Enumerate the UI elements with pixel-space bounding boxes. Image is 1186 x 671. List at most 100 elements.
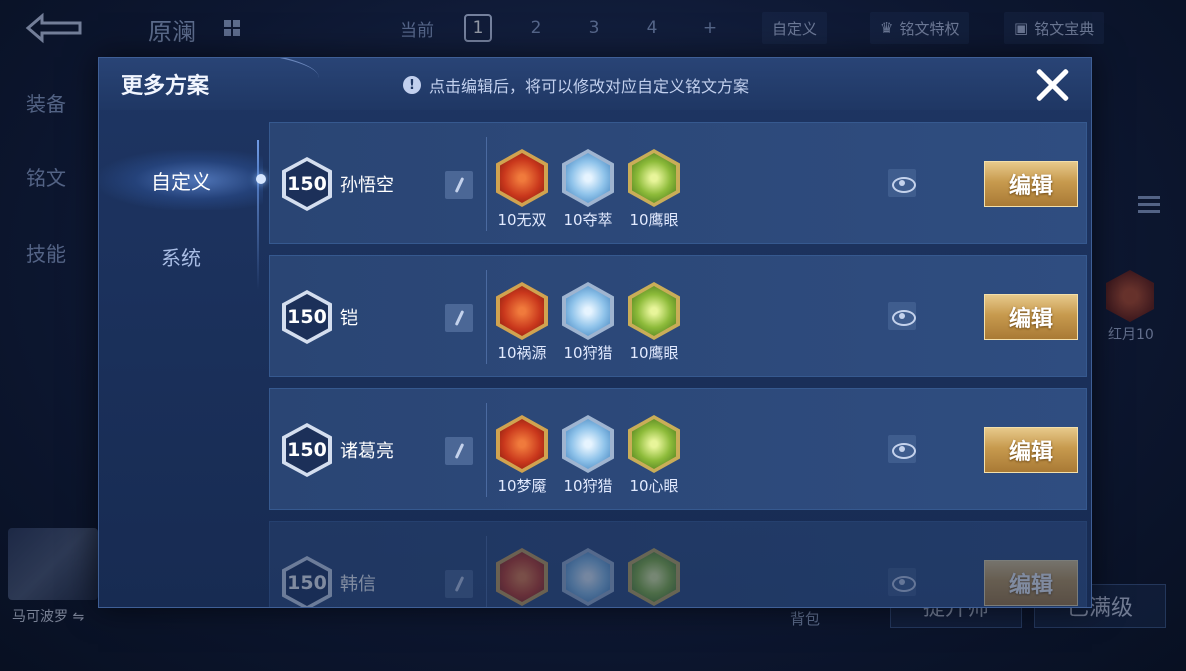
rune-red-icon: [496, 415, 548, 473]
plan-slot-4[interactable]: 4: [638, 14, 666, 42]
rune-red-icon: [496, 149, 548, 207]
modal-body: 自定义 系统 150 孙悟空 10无双 10夺萃 10鹰眼 编辑 150 铠 1…: [99, 110, 1091, 607]
rune-slot[interactable]: 10夺萃: [562, 149, 614, 230]
rune-slot[interactable]: 10狩猎: [562, 282, 614, 363]
menu-icon[interactable]: [1138, 196, 1160, 217]
edit-button[interactable]: 编辑: [984, 161, 1078, 207]
rune-label: 10狩猎: [563, 344, 613, 362]
rune-group: 10祸源 10狩猎 10鹰眼: [496, 282, 680, 363]
rune-slot[interactable]: 10狩猎: [562, 415, 614, 496]
plan-slot-3[interactable]: 3: [580, 14, 608, 42]
modal-sidebar: 自定义 系统: [99, 110, 266, 607]
hero-title: 原澜: [148, 18, 196, 46]
plan-slot-tabs: 当前 1 2 3 4 +: [400, 14, 724, 42]
rune-label: 10鹰眼: [629, 211, 679, 229]
preview-eye-icon[interactable]: [888, 435, 916, 463]
rune-label: 10梦魇: [497, 477, 547, 495]
rune-blue-icon: [562, 282, 614, 340]
plan-slot-2[interactable]: 2: [522, 14, 550, 42]
nav-equipment[interactable]: 装备: [26, 88, 66, 117]
grid-icon[interactable]: [224, 20, 240, 36]
plan-name: 铠: [340, 308, 358, 329]
close-icon[interactable]: [1033, 66, 1071, 104]
current-label: 当前: [400, 20, 434, 41]
level-number: 150: [287, 572, 327, 594]
hint-text: ! 点击编辑后，将可以修改对应自定义铭文方案: [403, 73, 749, 97]
rune-slot[interactable]: [628, 548, 680, 607]
edit-button[interactable]: 编辑: [984, 294, 1078, 340]
hint-label: 点击编辑后，将可以修改对应自定义铭文方案: [429, 77, 750, 96]
plan-list: 150 孙悟空 10无双 10夺萃 10鹰眼 编辑 150 铠 10祸源 10狩…: [263, 110, 1091, 607]
rune-blue-icon: [562, 149, 614, 207]
tab-system[interactable]: 系统: [99, 226, 263, 286]
tab-custom[interactable]: 自定义: [99, 150, 266, 210]
plan-row: 150 铠 10祸源 10狩猎 10鹰眼 编辑: [269, 255, 1087, 377]
plan-row: 150 孙悟空 10无双 10夺萃 10鹰眼 编辑: [269, 122, 1087, 244]
plan-name: 诸葛亮: [340, 441, 394, 462]
preview-eye-icon[interactable]: [888, 568, 916, 596]
back-arrow-icon[interactable]: [24, 12, 84, 44]
rune-slot[interactable]: 10鹰眼: [628, 149, 680, 230]
rune-slot[interactable]: 10梦魇: [496, 415, 548, 496]
rune-icon: [1106, 270, 1154, 322]
rune-group: 10梦魇 10狩猎 10心眼: [496, 415, 680, 496]
add-slot-button[interactable]: +: [696, 14, 724, 42]
edit-button[interactable]: 编辑: [984, 427, 1078, 473]
bag-label: 背包: [790, 610, 821, 628]
row-divider: [486, 403, 487, 497]
rune-group: 10无双 10夺萃 10鹰眼: [496, 149, 680, 230]
rune-label: 10夺萃: [563, 211, 613, 229]
rune-slot[interactable]: 10无双: [496, 149, 548, 230]
rune-green-icon: [628, 149, 680, 207]
plan-slot-1[interactable]: 1: [464, 14, 492, 42]
plan-name: 孙悟空: [340, 175, 394, 196]
rune-green-icon: [628, 282, 680, 340]
nav-skills[interactable]: 技能: [26, 238, 66, 267]
rune-red-icon: [496, 548, 548, 606]
level-number: 150: [287, 173, 327, 195]
avatar-name: 马可波罗 ⇋: [12, 609, 85, 625]
rune-slot[interactable]: 10心眼: [628, 415, 680, 496]
rune-blue-icon: [562, 415, 614, 473]
rune-slot[interactable]: [562, 548, 614, 607]
preview-eye-icon[interactable]: [888, 169, 916, 197]
rune-blue-icon: [562, 548, 614, 606]
hero-avatar[interactable]: [8, 528, 98, 600]
rune-label: 10狩猎: [563, 477, 613, 495]
rune-slot[interactable]: 10祸源: [496, 282, 548, 363]
edit-button[interactable]: 编辑: [984, 560, 1078, 606]
row-divider: [486, 270, 487, 364]
modal-title: 更多方案: [121, 74, 210, 99]
book-icon: ▣: [1014, 19, 1029, 37]
plan-row: 150 诸葛亮 10梦魇 10狩猎 10心眼 编辑: [269, 388, 1087, 510]
rune-red-icon: [496, 282, 548, 340]
rename-pen-icon[interactable]: [445, 437, 473, 465]
rune-group: [496, 548, 680, 607]
info-icon: !: [403, 76, 421, 94]
rune-privilege-label: 铭文特权: [899, 19, 960, 38]
rune-green-icon: [628, 548, 680, 606]
more-plans-modal: 更多方案 ! 点击编辑后，将可以修改对应自定义铭文方案 自定义 系统 150 孙…: [98, 57, 1092, 608]
rune-treasure-button[interactable]: ▣ 铭文宝典: [1004, 12, 1105, 44]
nav-runes[interactable]: 铭文: [26, 162, 66, 191]
rune-green-icon: [628, 415, 680, 473]
rune-treasure-label: 铭文宝典: [1034, 19, 1095, 38]
rune-slot[interactable]: [496, 548, 548, 607]
level-number: 150: [287, 306, 327, 328]
rune-privilege-button[interactable]: ♛ 铭文特权: [870, 12, 970, 44]
rune-slot[interactable]: 10鹰眼: [628, 282, 680, 363]
row-divider: [486, 536, 487, 607]
rune-label: 10心眼: [629, 477, 679, 495]
crown-icon: ♛: [880, 19, 894, 37]
custom-button[interactable]: 自定义: [762, 12, 828, 44]
rename-pen-icon[interactable]: [445, 304, 473, 332]
side-rune-label: 红月10: [1108, 327, 1154, 343]
preview-eye-icon[interactable]: [888, 302, 916, 330]
rename-pen-icon[interactable]: [445, 570, 473, 598]
rune-label: 10无双: [497, 211, 547, 229]
level-number: 150: [287, 439, 327, 461]
rename-pen-icon[interactable]: [445, 171, 473, 199]
modal-header: 更多方案 ! 点击编辑后，将可以修改对应自定义铭文方案: [99, 58, 1091, 110]
row-divider: [486, 137, 487, 231]
rune-label: 10祸源: [497, 344, 547, 362]
